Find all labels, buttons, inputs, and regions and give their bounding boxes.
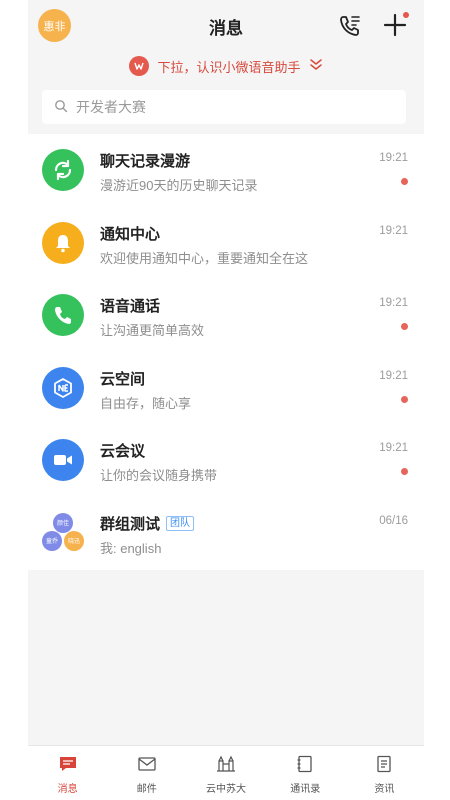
conversation-title: 云会议 [100,443,146,461]
assistant-logo-icon [129,56,150,76]
search-placeholder: 开发者大赛 [76,99,146,115]
conversation-list: 聊天记录漫游 漫游近90天的历史聊天记录 19:21 通知中心 欢迎使用通知中心… [28,134,424,570]
phone-icon[interactable] [337,12,363,38]
tab-label: 通讯录 [290,784,321,795]
plus-icon[interactable] [383,12,409,38]
tab-mail[interactable]: 邮件 [107,746,186,800]
conversation-time: 19:21 [379,369,408,382]
cloud-box-icon [42,366,84,409]
group-avatar-icon: 颜佳 童乔 晓迅 [40,509,86,555]
conversation-time: 06/16 [379,514,408,527]
conversation-time: 19:21 [379,224,408,237]
conversation-preview: 我: english [100,540,162,556]
message-icon [58,755,78,776]
app-screen: 惠非 消息 下拉，认识小微语音助手 开发者大赛 聊天记录漫游 漫游近90天的历史… [28,0,424,800]
news-icon [374,755,394,776]
conversation-title: 群组测试 团队 [100,513,195,534]
top-bar: 惠非 消息 [28,0,424,50]
conversation-time: 19:21 [379,152,408,164]
voice-assistant-hint[interactable]: 下拉，认识小微语音助手 [28,52,424,80]
conversation-title: 语音通话 [100,298,161,316]
hint-text: 下拉，认识小微语音助手 [157,59,301,75]
mail-icon [137,755,157,776]
tab-campus[interactable]: 云中苏大 [186,746,265,800]
tab-label: 资讯 [374,784,395,795]
list-item[interactable]: 云空间 自由存，随心享 19:21 [28,352,424,425]
conversation-preview: 自由存，随心享 [100,395,192,411]
unread-dot [401,323,408,331]
unread-dot [401,468,408,476]
phone-icon [42,294,84,337]
conversation-preview: 欢迎使用通知中心，重要通知全在这 [100,250,309,266]
notification-dot [403,12,409,18]
conversation-title: 聊天记录漫游 [100,153,191,170]
contacts-icon [295,755,315,776]
member-avatar: 颜佳 [53,512,73,533]
conversation-time: 19:21 [379,442,408,455]
tab-label: 云中苏大 [206,784,246,795]
search-input[interactable]: 开发者大赛 [42,90,406,124]
unread-dot [401,395,408,403]
list-item[interactable]: 语音通话 让沟通更简单高效 19:21 [28,279,424,352]
conversation-preview: 漫游近90天的历史聊天记录 [100,178,258,193]
sync-icon [42,149,84,191]
video-icon [42,439,84,482]
conversation-preview: 让你的会议随身携带 [100,468,218,484]
list-item[interactable]: 云会议 让你的会议随身携带 19:21 [28,424,424,497]
conversation-time: 19:21 [379,297,408,310]
bottom-tab-bar: 消息 邮件 云中苏大 通讯录 资讯 [28,745,424,800]
conversation-preview: 让沟通更简单高效 [100,323,205,339]
tab-messages[interactable]: 消息 [28,746,107,800]
page-title: 消息 [209,19,243,38]
conversation-title: 通知中心 [100,225,161,243]
team-tag: 团队 [166,515,195,531]
chevron-down-icon [309,58,323,75]
member-avatar: 童乔 [42,530,62,551]
tab-label: 消息 [57,784,78,795]
search-icon [54,99,68,116]
bell-icon [42,221,84,264]
tab-news[interactable]: 资讯 [345,746,424,800]
list-item[interactable]: 颜佳 童乔 晓迅 群组测试 团队 我: english 06/16 [28,497,424,570]
tab-label: 邮件 [136,784,157,795]
list-item[interactable]: 通知中心 欢迎使用通知中心，重要通知全在这 19:21 [28,207,424,280]
list-item[interactable]: 聊天记录漫游 漫游近90天的历史聊天记录 19:21 [28,134,424,207]
member-avatar: 晓迅 [64,530,84,551]
tab-contacts[interactable]: 通讯录 [266,746,345,800]
campus-icon [215,755,237,776]
unread-dot [401,178,408,185]
conversation-title: 云空间 [100,370,146,388]
